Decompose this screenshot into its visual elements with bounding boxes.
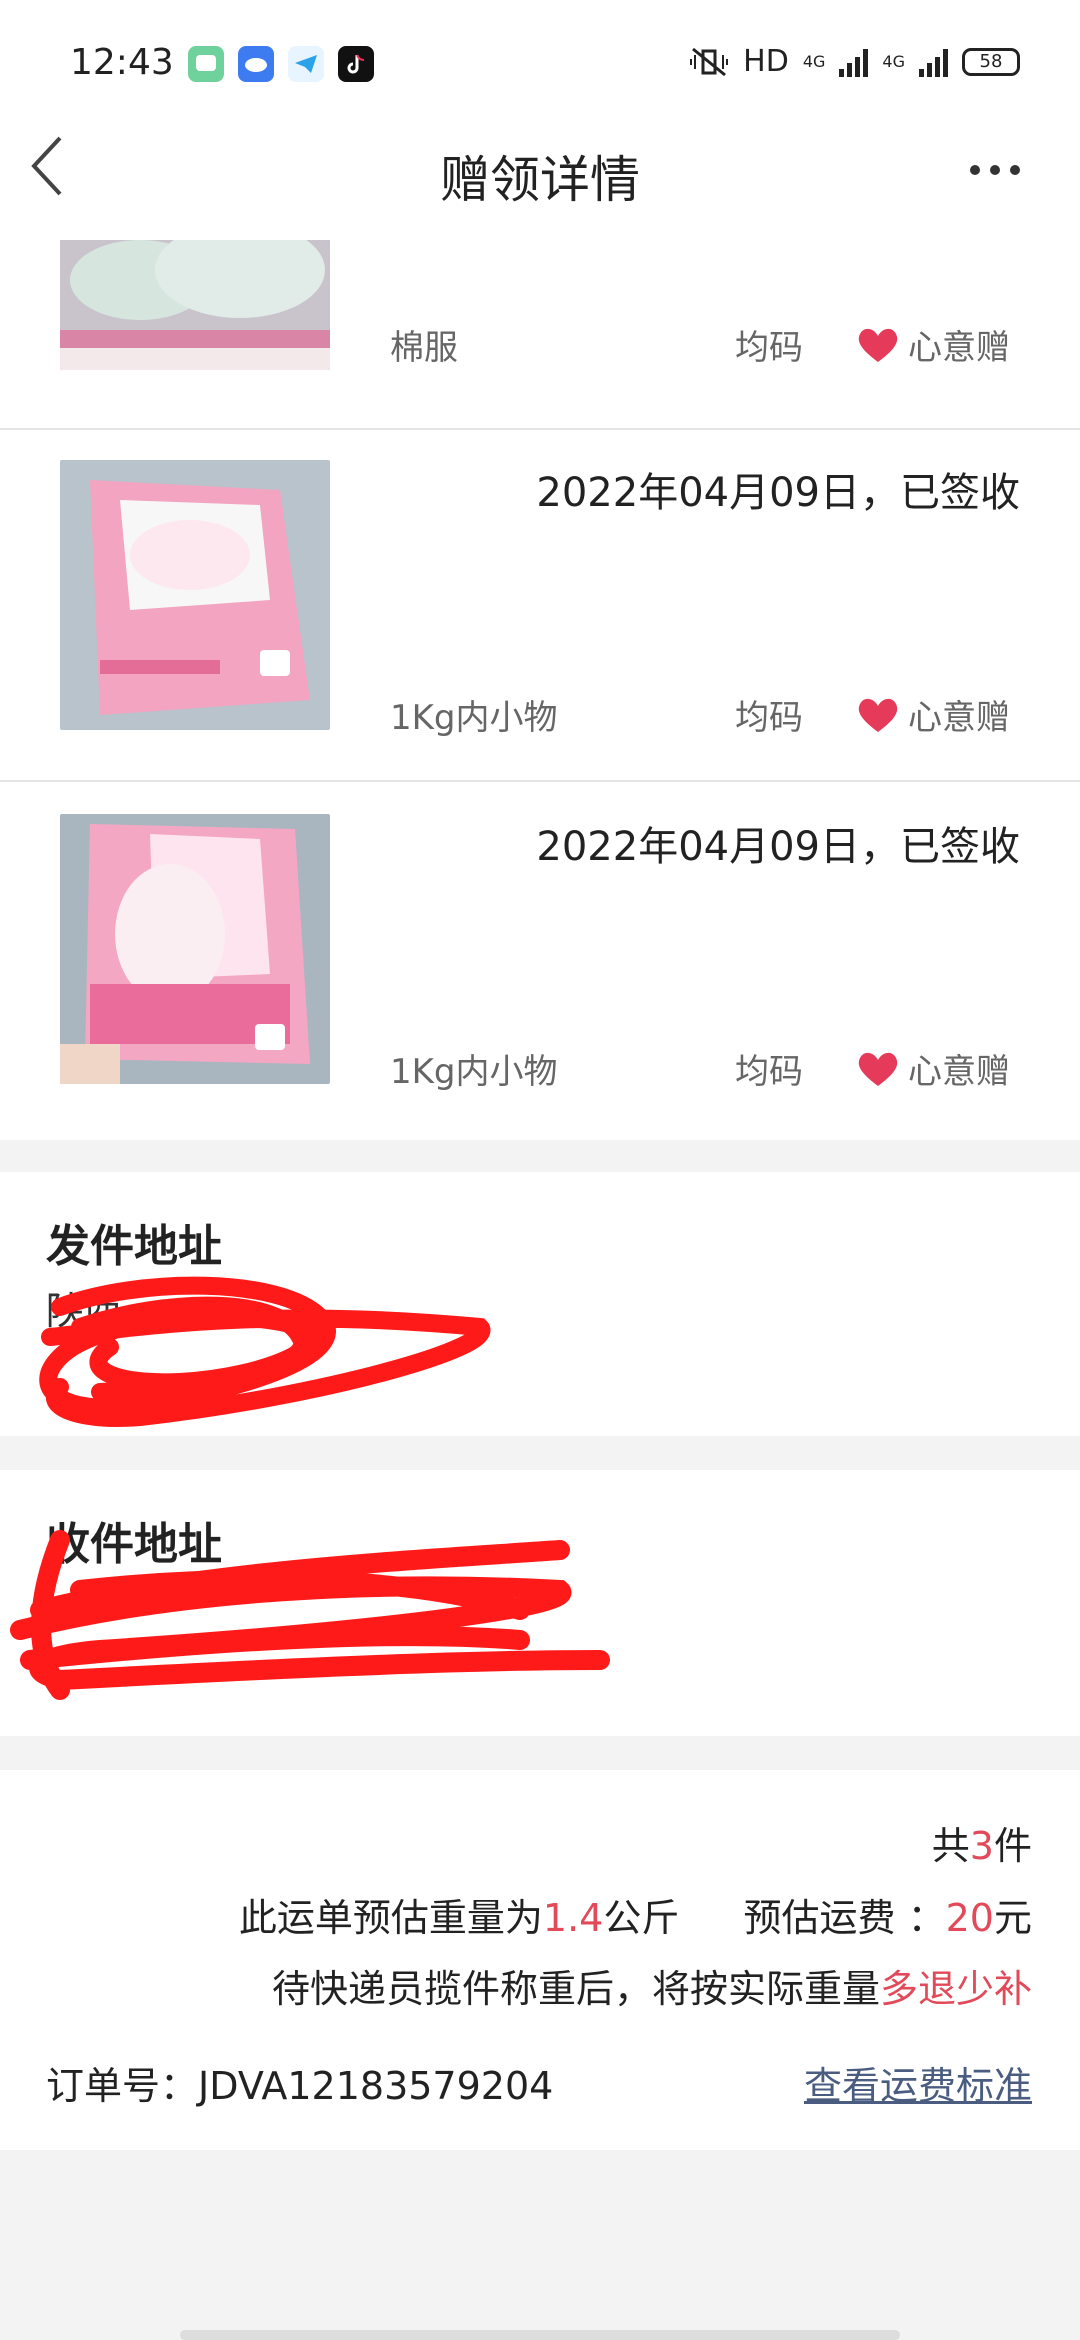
item-name: 1Kg内小物	[390, 1052, 558, 1092]
status-time: 12:43	[70, 42, 174, 83]
weight-fee-line: 此运单预估重量为1.4公斤 预估运费 ：20元	[239, 1887, 1032, 1942]
item-count: 共3件	[932, 1815, 1032, 1870]
item-photo	[60, 240, 330, 370]
item-photo	[60, 460, 330, 730]
item-date: 2022年04月09日，已签收	[536, 824, 1020, 870]
more-button[interactable]	[970, 160, 1030, 180]
order-label: 订单号：	[46, 2064, 199, 2108]
more-dot-icon	[990, 165, 1000, 175]
notice-highlight: 多退少补	[879, 1967, 1032, 2011]
weight-unit: 公斤	[603, 1896, 680, 1940]
signal-icon-2	[919, 47, 948, 77]
signal-label-1: 4G	[802, 52, 826, 71]
chat-app-icon	[188, 46, 224, 82]
status-indicators: HD 4G 4G 58	[689, 44, 1020, 79]
status-app-icons	[188, 46, 374, 82]
order-number: 订单号：JDVA12183579204	[46, 2055, 553, 2110]
heart-icon	[858, 328, 898, 362]
item-type: 心意赠	[856, 690, 1010, 739]
home-indicator[interactable]	[180, 2330, 900, 2340]
package-photo	[60, 814, 330, 1084]
fee-unit: 元	[993, 1896, 1032, 1940]
redaction-scribble	[39, 1276, 491, 1427]
item-name: 1Kg内小物	[390, 698, 558, 738]
count-prefix: 共	[931, 1824, 970, 1868]
notice-prefix: 待快递员揽件称重后，将按实际重量	[271, 1967, 880, 2011]
item-size: 均码	[735, 698, 803, 738]
more-dot-icon	[970, 165, 980, 175]
status-bar: 12:43 HD 4G 4G 58	[0, 0, 1080, 120]
list-item[interactable]: 棉服 均码 心意赠	[0, 240, 1080, 430]
telegram-app-icon	[288, 46, 324, 82]
item-photo	[60, 814, 330, 1084]
package-photo	[60, 460, 330, 730]
item-size: 均码	[735, 328, 803, 368]
jacket-photo	[60, 240, 330, 370]
receiver-address-card: 收件地址	[0, 1470, 1080, 1736]
sender-title: 发件地址	[46, 1221, 222, 1272]
item-type: 心意赠	[856, 320, 1010, 369]
fee-label: 预估运费 ：	[743, 1896, 946, 1940]
item-type: 心意赠	[856, 1044, 1010, 1093]
item-type-label: 心意赠	[908, 698, 1010, 738]
gift-items-list: 棉服 均码 心意赠 2022年04月09日，已签收 1Kg内小物 均码 心意赠 …	[0, 240, 1080, 1140]
count-suffix: 件	[993, 1824, 1032, 1868]
sender-address-card: 发件地址 陕西	[0, 1172, 1080, 1436]
battery-level: 58	[979, 51, 1003, 72]
redaction-scribble	[10, 1530, 610, 1700]
weight-prefix: 此运单预估重量为	[238, 1896, 543, 1940]
fee-value: 20	[945, 1896, 994, 1940]
signal-label-2: 4G	[882, 52, 905, 71]
item-size: 均码	[735, 1052, 803, 1092]
item-name: 棉服	[390, 328, 458, 368]
heart-icon	[858, 1052, 898, 1086]
hd-indicator: HD	[743, 44, 789, 79]
item-date: 2022年04月09日，已签收	[536, 470, 1020, 516]
vibrate-mute-icon	[690, 47, 729, 76]
battery-icon: 58	[962, 47, 1020, 76]
weight-notice: 待快递员揽件称重后，将按实际重量多退少补	[272, 1958, 1032, 2013]
order-value: JDVA12183579204	[198, 2064, 554, 2108]
more-dot-icon	[1010, 165, 1020, 175]
list-item[interactable]: 2022年04月09日，已签收 1Kg内小物 均码 心意赠	[0, 784, 1080, 1136]
item-type-label: 心意赠	[908, 1052, 1010, 1092]
signal-icon	[839, 47, 869, 77]
cloud-app-icon	[238, 46, 274, 82]
list-item[interactable]: 2022年04月09日，已签收 1Kg内小物 均码 心意赠	[0, 430, 1080, 782]
tiktok-app-icon	[338, 46, 374, 82]
count-value: 3	[969, 1824, 994, 1868]
page-title: 赠领详情	[440, 151, 640, 209]
heart-icon	[858, 698, 898, 732]
weight-value: 1.4	[542, 1896, 604, 1940]
item-type-label: 心意赠	[908, 328, 1010, 368]
fee-standard-link[interactable]: 查看运费标准	[804, 2055, 1032, 2110]
